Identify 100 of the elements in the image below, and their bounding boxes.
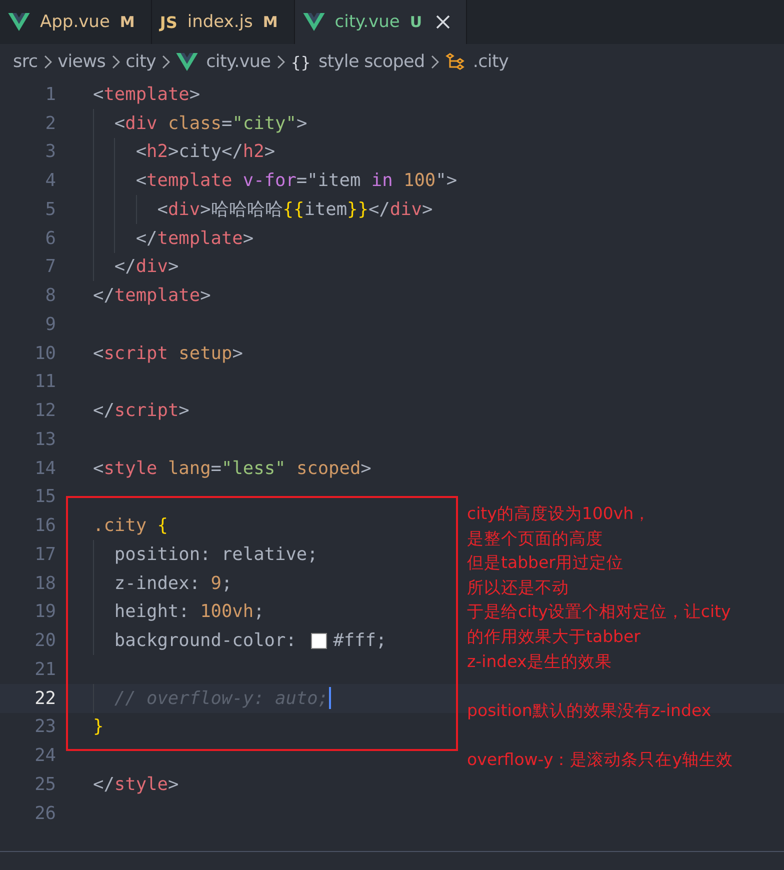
code-token: > [200,285,211,306]
git-status-letter: U [410,13,422,31]
code-token: class [168,112,222,134]
line-number: 24 [34,745,56,766]
code-token: #fff; [333,630,387,652]
code-token: .city [93,515,148,536]
class-symbol-icon [444,53,465,71]
code-token: </ [368,198,390,220]
code-token: style [104,458,158,479]
line-number: 18 [34,572,56,594]
color-swatch[interactable] [311,632,328,649]
code-token: > [200,198,211,220]
line-number: 4 [44,170,56,192]
code-token: > [168,141,179,162]
line-number: 12 [34,400,56,422]
code-token: </ [93,285,114,306]
line-number: 26 [34,802,56,824]
code-token: }} [347,198,368,220]
code-token: "> [436,170,458,192]
code-token: {{ [282,198,304,220]
code-token: in [371,170,394,192]
annotation-line: position默认的效果没有z-index [467,700,712,722]
annotation-line: overflow-y：是滚动条只在y轴生效 [467,748,733,771]
line-number: 14 [34,458,56,479]
chevron-right-icon [44,55,52,69]
code-token: ; [221,572,232,594]
breadcrumb-item[interactable]: style scoped [318,52,425,72]
annotation-line: 的作用效果大于tabber [467,626,642,648]
code-token: </ [93,774,114,795]
chevron-right-icon [430,55,439,69]
breadcrumb-item[interactable]: city [126,52,156,72]
line-number: 25 [34,774,56,795]
breadcrumb-item[interactable]: src [13,52,38,72]
line-number: 8 [44,285,56,306]
code-token: < [157,198,168,220]
annotation-line: 于是给city设置个相对定位，让city [467,601,732,624]
code-token: h2 [242,141,264,162]
code-token: > [232,342,243,364]
breadcrumb-item[interactable]: views [58,52,106,72]
line-number: 11 [34,371,56,392]
code-token: < [136,170,147,192]
code-token: < [114,112,126,134]
line-number: 22 [34,688,56,709]
close-icon[interactable] [436,15,450,29]
code-token: > [189,84,200,105]
code-token: script [114,400,179,422]
code-token: 哈哈哈哈 [210,198,283,222]
line-number: 17 [34,544,56,565]
line-number: 13 [34,428,56,450]
code-token: lang [168,458,211,479]
editor-tab[interactable]: city.vue U [294,0,468,44]
breadcrumb-item[interactable]: .city [472,52,509,72]
code-token: script [104,342,169,364]
line-number: 19 [34,601,56,622]
chevron-right-icon [112,55,120,69]
code-token: = [221,112,232,134]
code-token: </ [136,228,158,249]
code-token: z-index: [114,572,202,594]
code-token: 100 [404,170,436,192]
git-status-letter: M [262,13,278,31]
code-token: v-for [242,170,296,192]
code-token: > [178,400,190,422]
code-token: > [168,774,179,795]
code-token: { [157,515,168,536]
js-file-icon: JS [160,12,178,32]
annotation-line: 所以还是不动 [467,576,570,599]
text-cursor [328,687,331,710]
code-token: height: [114,601,190,622]
code-token: position: relative; [114,544,318,565]
code-token: } [93,716,104,738]
annotation-line: city的高度设为100vh， [467,503,652,525]
code-token: scoped [296,458,361,479]
code-token: city [178,141,222,162]
code-token: item [318,170,362,192]
braces-icon: {} [290,52,310,72]
line-number: 23 [34,716,56,738]
code-token: template [157,228,243,249]
code-token: > [264,141,276,162]
code-token: background-color: [114,630,298,652]
code-token: = [210,458,222,479]
code-token: =" [296,170,318,192]
code-token: template [104,84,190,105]
git-status-letter: M [120,13,135,31]
chevron-right-icon [276,55,285,69]
breadcrumb-item[interactable]: city.vue [206,52,271,72]
code-token: style [114,774,168,795]
line-number: 1 [44,84,56,105]
line-number: 5 [44,198,56,220]
code-token: "city" [232,112,296,134]
chevron-right-icon [162,55,170,69]
line-number: 21 [34,658,56,680]
code-token: h2 [146,141,168,162]
code-token: </ [93,400,114,422]
code-token: item [304,198,348,220]
code-token: 100vh [200,601,254,622]
code-token: template [146,170,234,192]
code-token: > [360,458,372,479]
annotation-line: 但是tabber用过定位 [467,552,624,574]
code-token: "less" [222,458,287,479]
vue-logo-icon [8,13,30,31]
